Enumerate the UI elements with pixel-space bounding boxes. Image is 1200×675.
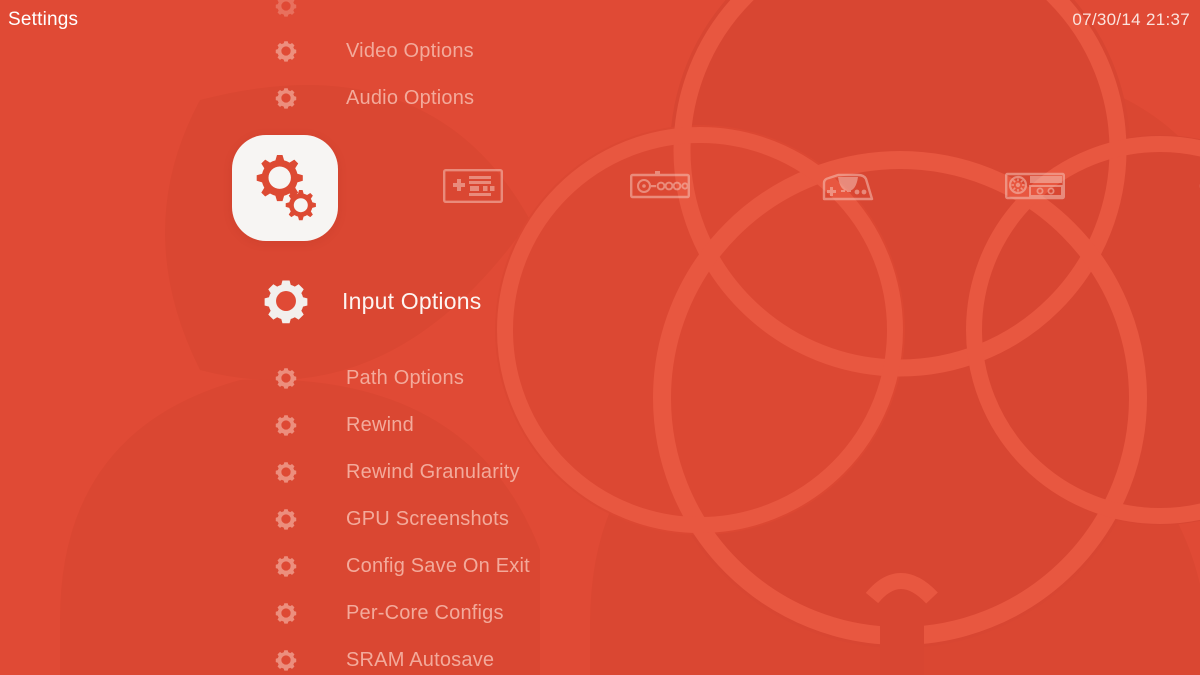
list-item-label: GPU Screenshots [346,507,510,530]
list-item-input-options[interactable]: Input Options [250,273,630,329]
gear-icon [258,367,314,389]
settings-menu-list: Video Options Audio Options Input Option… [0,0,640,675]
gear-icon [258,649,314,671]
atari-console-icon[interactable] [627,166,693,206]
list-item-config-save-on-exit[interactable]: Config Save On Exit [258,546,638,586]
gear-icon [258,461,314,483]
list-item-audio-options[interactable]: Audio Options [258,78,638,118]
gear-icon [258,602,314,624]
retroarch-xmb-screen: Settings 07/30/14 21:37 Video Options Au… [0,0,1200,675]
list-item-per-core-configs[interactable]: Per-Core Configs [258,593,638,633]
list-item-label: Per-Core Configs [346,601,504,624]
gear-icon [258,555,314,577]
genesis-console-icon[interactable] [815,166,881,206]
list-item-label: Audio Options [346,86,475,109]
clock-label: 07/30/14 21:37 [1072,10,1190,29]
gear-icon [250,278,322,324]
gear-icon [258,508,314,530]
list-item-path-options[interactable]: Path Options [258,358,638,398]
list-item-sram-autosave[interactable]: SRAM Autosave [258,640,638,675]
page-title: Settings [8,9,79,30]
list-item-gpu-screenshots[interactable]: GPU Screenshots [258,499,638,539]
turbografx-console-icon[interactable] [1002,166,1068,206]
list-item-label: SRAM Autosave [346,648,495,671]
list-item-rewind-granularity[interactable]: Rewind Granularity [258,452,638,492]
settings-gears-icon[interactable] [232,135,338,241]
list-item-label: Path Options [346,366,465,389]
gear-icon [258,414,314,436]
list-item-label: Input Options [342,287,482,314]
list-item-rewind[interactable]: Rewind [258,405,638,445]
nes-controller-icon[interactable] [440,166,506,206]
partial-console-icon[interactable] [1186,166,1200,206]
list-item-label: Config Save On Exit [346,554,530,577]
top-bar: Settings 07/30/14 21:37 [0,0,1200,44]
list-item-label: Rewind Granularity [346,460,520,483]
list-item-label: Rewind [346,413,414,436]
gear-icon [258,87,314,109]
